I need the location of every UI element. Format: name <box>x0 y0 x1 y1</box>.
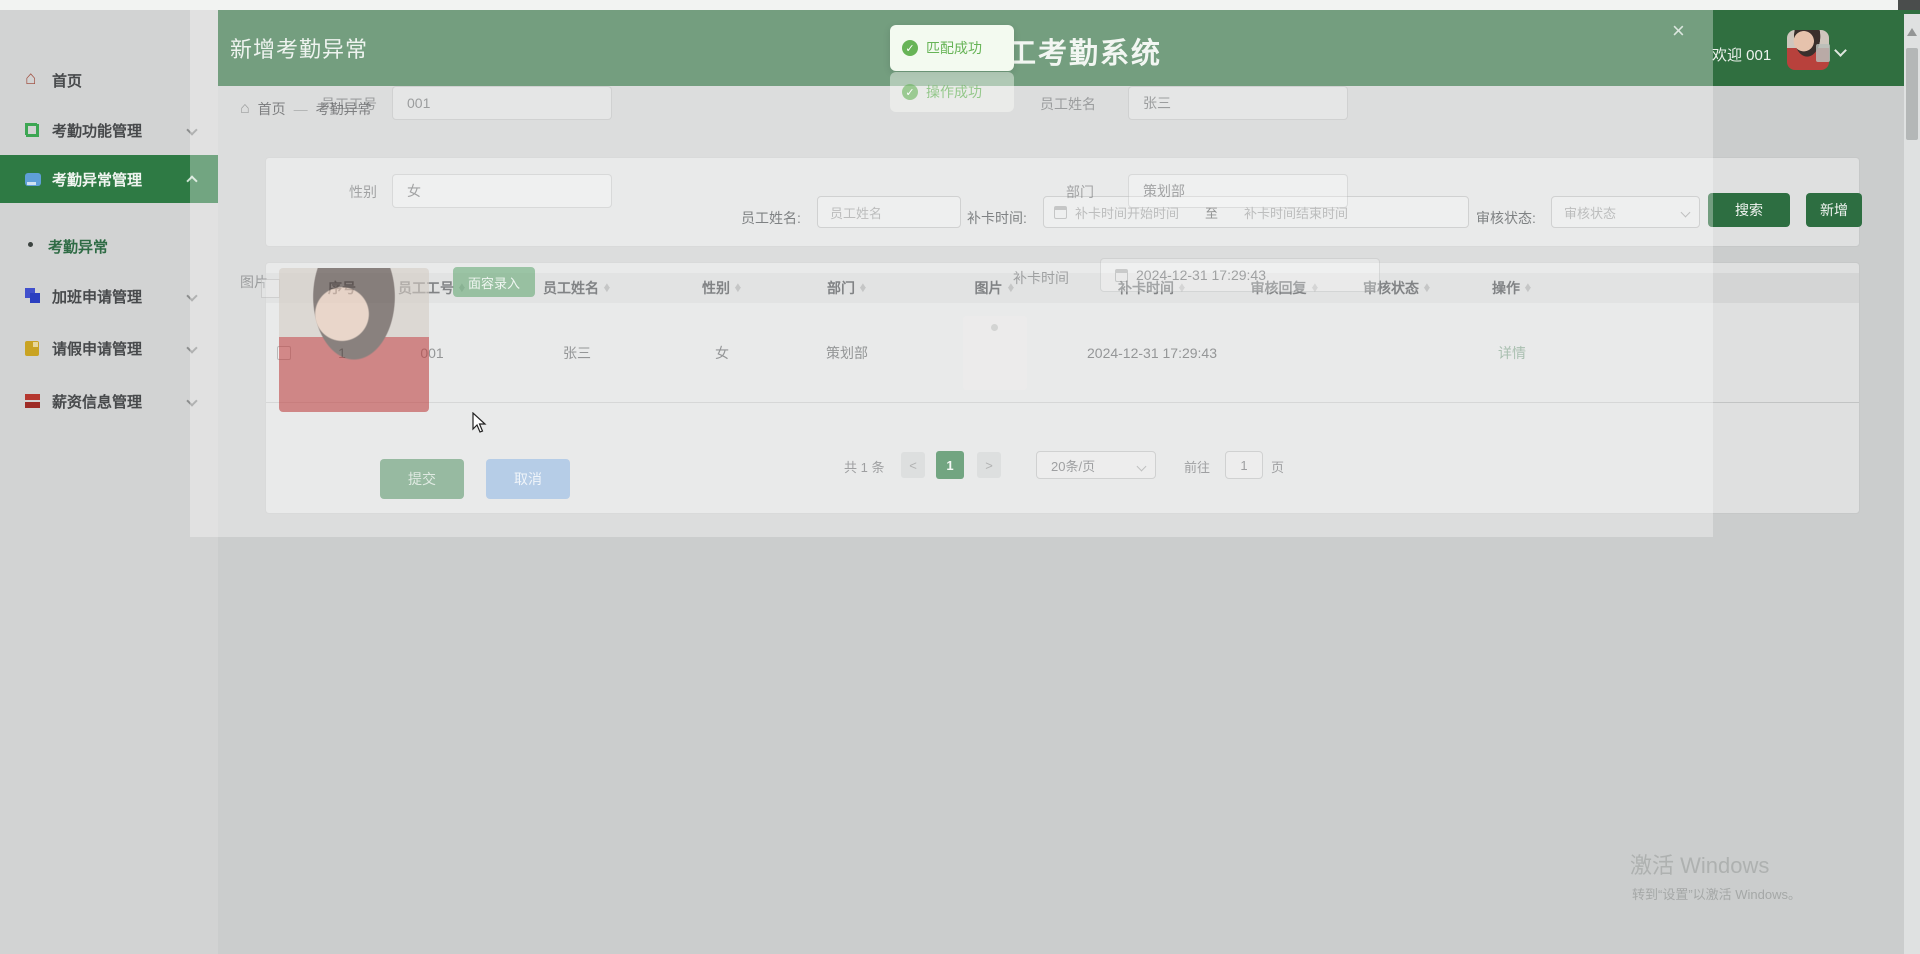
emp-no-input[interactable]: 001 <box>392 86 612 120</box>
mouse-cursor <box>472 412 487 433</box>
sidebar: ⌂ 首页 考勤功能管理 考勤异常管理 考勤异常 加班申请管理 请假申请管理 薪资… <box>0 10 218 954</box>
calendar-icon <box>1115 268 1128 282</box>
crop-icon <box>25 123 39 137</box>
sidebar-item-label: 首页 <box>52 72 83 90</box>
dept-input[interactable]: 策划部 <box>1128 174 1348 208</box>
toast-match-success: ✓ 匹配成功 <box>890 25 1014 71</box>
check-circle-icon: ✓ <box>902 40 918 56</box>
gender-input[interactable]: 女 <box>392 174 612 208</box>
sidebar-item-label: 薪资信息管理 <box>52 393 143 411</box>
welcome-text: 欢迎 001 <box>1712 47 1772 64</box>
document-icon <box>25 340 39 356</box>
emp-no-label: 员工工号 <box>321 96 377 112</box>
sidebar-item-label: 考勤功能管理 <box>52 122 143 140</box>
overlapping-squares-icon <box>25 288 41 304</box>
browser-strip <box>0 0 1920 10</box>
time-value: 2024-12-31 17:29:43 <box>1136 267 1266 283</box>
dept-label: 部门 <box>1066 184 1094 200</box>
emp-name-input[interactable]: 张三 <box>1128 86 1348 120</box>
gender-label: 性别 <box>349 184 377 200</box>
windows-activation-watermark-sub: 转到“设置”以激活 Windows。 <box>1632 887 1802 902</box>
dialog-photo <box>279 268 429 412</box>
scrollbar[interactable] <box>1904 14 1920 954</box>
face-capture-button[interactable]: 面容录入 <box>453 267 535 297</box>
search-button[interactable]: 搜索 <box>1708 193 1790 227</box>
bars-icon <box>25 393 40 409</box>
windows-activation-watermark: 激活 Windows <box>1630 853 1770 878</box>
sidebar-item-attendance-functions[interactable]: 考勤功能管理 <box>0 108 218 152</box>
sidebar-item-home[interactable]: ⌂ 首页 <box>0 58 218 102</box>
home-icon: ⌂ <box>25 68 37 89</box>
toast-text: 操作成功 <box>926 84 982 100</box>
sidebar-item-attendance-anomaly-mgmt[interactable]: 考勤异常管理 <box>0 155 218 203</box>
submenu-bullet <box>28 242 33 247</box>
scroll-up-arrow[interactable] <box>1907 28 1917 36</box>
sidebar-item-leave[interactable]: 请假申请管理 <box>0 326 218 370</box>
submit-button[interactable]: 提交 <box>380 459 464 499</box>
toast-text: 匹配成功 <box>926 40 982 56</box>
close-icon[interactable]: × <box>1672 18 1685 44</box>
avatar-overlay <box>1816 44 1830 62</box>
sidebar-item-label: 考勤异常管理 <box>52 171 143 189</box>
toast-operation-success: ✓ 操作成功 <box>890 72 1014 112</box>
emp-name-label: 员工姓名 <box>1040 96 1096 112</box>
sidebar-item-overtime[interactable]: 加班申请管理 <box>0 274 218 318</box>
sidebar-item-label: 请假申请管理 <box>52 340 143 358</box>
sidebar-item-label: 加班申请管理 <box>52 288 143 306</box>
time-label: 补卡时间 <box>1013 270 1069 286</box>
cancel-button[interactable]: 取消 <box>486 459 570 499</box>
photo-upload-box[interactable] <box>261 279 280 298</box>
time-input[interactable]: 2024-12-31 17:29:43 <box>1100 258 1380 292</box>
dialog-title: 新增考勤异常 <box>230 37 369 62</box>
check-circle-icon: ✓ <box>902 84 918 100</box>
book-icon <box>25 172 41 186</box>
sidebar-item-salary[interactable]: 薪资信息管理 <box>0 379 218 423</box>
add-button[interactable]: 新增 <box>1806 193 1862 227</box>
scrollbar-thumb[interactable] <box>1906 48 1918 140</box>
sidebar-subitem-attendance-anomaly[interactable]: 考勤异常 <box>48 236 108 257</box>
